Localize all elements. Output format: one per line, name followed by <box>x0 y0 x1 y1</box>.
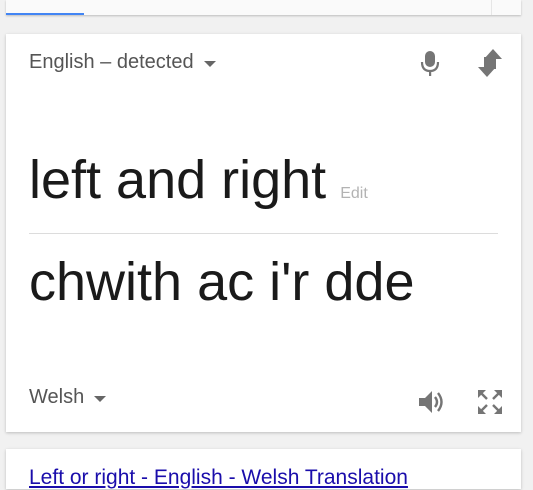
swap-languages-icon[interactable] <box>476 47 504 79</box>
microphone-icon[interactable] <box>418 49 442 79</box>
previous-card <box>6 0 521 15</box>
speaker-icon[interactable] <box>416 387 446 417</box>
source-language-selector[interactable]: English – detected <box>29 51 216 74</box>
target-language-label: Welsh <box>29 386 85 408</box>
tab-divider <box>491 0 492 15</box>
edit-button[interactable]: Edit <box>340 185 368 203</box>
translated-text: chwith ac i'r dde <box>29 252 415 312</box>
source-text: left and right <box>29 150 327 210</box>
divider <box>29 233 498 234</box>
chevron-down-icon <box>203 61 216 67</box>
search-result-link[interactable]: Left or right - English - Welsh Translat… <box>29 466 408 490</box>
active-tab-indicator <box>6 13 84 15</box>
fullscreen-icon[interactable] <box>476 388 504 416</box>
source-text-row: left and right Edit <box>29 150 368 210</box>
search-result-card: Left or right - English - Welsh Translat… <box>6 449 521 489</box>
chevron-down-icon <box>94 396 107 402</box>
translate-card: English – detected left and right Edit c… <box>6 34 521 432</box>
source-language-label: English – detected <box>29 51 194 73</box>
target-language-selector[interactable]: Welsh <box>29 386 107 409</box>
